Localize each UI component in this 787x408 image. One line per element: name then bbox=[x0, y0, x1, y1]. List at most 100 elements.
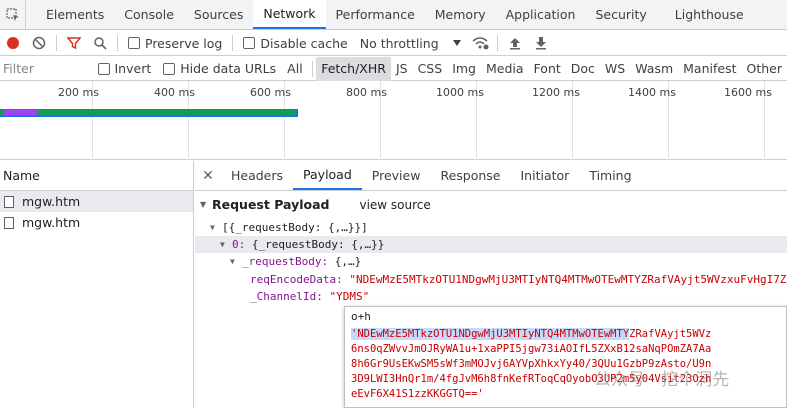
tree-item-0[interactable]: ▼ 0: {_requestBody: {,…}} bbox=[195, 236, 787, 253]
tab-performance[interactable]: Performance bbox=[326, 0, 425, 29]
popover-line: eEvF6X41S1zzKKGGTQ==' bbox=[351, 388, 484, 400]
tab-sources[interactable]: Sources bbox=[184, 0, 253, 29]
tab-lighthouse[interactable]: Lighthouse bbox=[665, 0, 754, 29]
tab-elements[interactable]: Elements bbox=[36, 0, 114, 29]
tick-label: 800 ms bbox=[346, 86, 387, 99]
tab-network[interactable]: Network bbox=[253, 0, 326, 29]
tab-timing[interactable]: Timing bbox=[579, 161, 641, 190]
timeline-tick: 1000 ms bbox=[436, 81, 484, 160]
tree-request-body[interactable]: ▼ _requestBody: {,…} bbox=[230, 253, 361, 270]
record-icon[interactable] bbox=[0, 31, 26, 55]
filter-type-all[interactable]: All bbox=[282, 57, 308, 81]
filter-type-doc[interactable]: Doc bbox=[566, 57, 600, 81]
invert-checkbox[interactable]: Invert bbox=[92, 61, 158, 76]
request-row[interactable]: mgw.htm bbox=[0, 212, 193, 233]
timeline-tick: 1400 ms bbox=[628, 81, 676, 160]
tab-headers[interactable]: Headers bbox=[221, 161, 293, 190]
filter-type-css[interactable]: CSS bbox=[413, 57, 448, 81]
filter-type-wasm[interactable]: Wasm bbox=[630, 57, 678, 81]
tree-value: {_requestBody: {,…}} bbox=[251, 238, 385, 251]
popover-text: ZRafVAyjt5WVz bbox=[629, 328, 712, 340]
tree-root-value: [{_requestBody: {,…}}] bbox=[222, 221, 368, 234]
network-conditions-icon[interactable] bbox=[467, 31, 493, 55]
tree-value: "YDMS" bbox=[329, 290, 370, 303]
tree-colon: : bbox=[321, 255, 335, 268]
triangle-down-icon: ▼ bbox=[210, 223, 215, 232]
tab-memory[interactable]: Memory bbox=[425, 0, 496, 29]
toolbar-divider bbox=[496, 35, 498, 51]
request-payload-section[interactable]: ▼ Request Payload view source bbox=[200, 196, 431, 213]
timeline-tick: 800 ms bbox=[346, 81, 387, 160]
tick-label: 1600 ms bbox=[724, 86, 772, 99]
tab-payload[interactable]: Payload bbox=[293, 161, 362, 190]
filter-type-fetch-xhr[interactable]: Fetch/XHR bbox=[316, 56, 391, 81]
tick-label: 600 ms bbox=[250, 86, 291, 99]
filter-type-other[interactable]: Other bbox=[742, 57, 787, 81]
tree-key: 0 bbox=[232, 238, 239, 251]
filter-type-media[interactable]: Media bbox=[481, 57, 529, 81]
tree-channel-id[interactable]: _ChannelId: "YDMS" bbox=[250, 288, 369, 305]
tree-value: {,…} bbox=[334, 255, 362, 268]
search-icon[interactable] bbox=[87, 31, 113, 55]
tree-colon: : bbox=[316, 290, 330, 303]
close-icon[interactable]: ✕ bbox=[195, 161, 221, 190]
request-list: Name mgw.htm mgw.htm bbox=[0, 161, 194, 408]
tab-response[interactable]: Response bbox=[430, 161, 510, 190]
checkbox-box[interactable] bbox=[97, 62, 110, 75]
disable-cache-checkbox[interactable]: Disable cache bbox=[237, 36, 353, 51]
tab-console[interactable]: Console bbox=[114, 0, 184, 29]
timeline-tick: 1600 ms bbox=[724, 81, 772, 160]
import-har-icon[interactable] bbox=[502, 31, 528, 55]
request-row[interactable]: mgw.htm bbox=[0, 191, 193, 212]
preserve-log-label: Preserve log bbox=[145, 35, 223, 51]
checkbox-box[interactable] bbox=[128, 37, 140, 49]
name-column-header[interactable]: Name bbox=[0, 161, 193, 191]
filter-type-font[interactable]: Font bbox=[529, 57, 566, 81]
toolbar-divider bbox=[232, 35, 234, 51]
toolbar-divider bbox=[117, 35, 118, 51]
preserve-log-checkbox[interactable]: Preserve log bbox=[122, 36, 228, 51]
document-icon bbox=[4, 216, 14, 229]
tree-root[interactable]: ▼ [{_requestBody: {,…}}] bbox=[210, 219, 368, 236]
clear-icon[interactable] bbox=[26, 31, 52, 55]
filter-bar: Filter Invert Hide data URLs All Fetch/X… bbox=[0, 56, 787, 81]
value-popover[interactable]: o+h 'NDEwMzE5MTkzOTU1NDgwMjU3MTIyNTQ4MTM… bbox=[344, 306, 787, 408]
section-title: Request Payload bbox=[212, 197, 330, 212]
throttling-select[interactable]: No throttling bbox=[354, 36, 467, 51]
tab-security[interactable]: Security bbox=[585, 0, 656, 29]
filter-input[interactable]: Filter bbox=[2, 59, 86, 78]
tick-label: 400 ms bbox=[154, 86, 195, 99]
hide-data-urls-checkbox[interactable]: Hide data URLs bbox=[157, 61, 282, 76]
filter-icon[interactable] bbox=[61, 31, 87, 55]
timeline-overview[interactable]: 200 ms 400 ms 600 ms 800 ms 1000 ms 1200… bbox=[0, 81, 787, 160]
tick-label: 1200 ms bbox=[532, 86, 580, 99]
tree-req-encode-data[interactable]: reqEncodeData: "NDEwMzE5MTkzOTU1NDgwMjU3… bbox=[250, 271, 786, 288]
network-toolbar: Preserve log Disable cache No throttling bbox=[0, 31, 787, 56]
view-source-link[interactable]: view source bbox=[359, 198, 430, 212]
request-name: mgw.htm bbox=[22, 194, 81, 209]
export-har-icon[interactable] bbox=[528, 31, 554, 55]
tree-value: "NDEwMzE5MTkzOTU1NDgwMjU3MTIyNTQ4MTMwOTE… bbox=[349, 273, 787, 286]
filter-type-js[interactable]: JS bbox=[391, 57, 413, 81]
popover-line: 6ns0qZWvvJmOJRyWA1u+1xaPPI5jgw73iAOIfL5Z… bbox=[351, 343, 712, 355]
popover-header: o+h bbox=[351, 310, 371, 323]
selected-text: 'NDEwMzE5MTkzOTU1NDgwMjU3MTIyNTQ4MTMwOTE… bbox=[351, 328, 630, 340]
tree-key: _requestBody bbox=[242, 255, 322, 268]
tree-key: reqEncodeData bbox=[250, 273, 337, 286]
watermark: 公众号 · 挖个洞先 bbox=[594, 370, 730, 390]
checkbox-box[interactable] bbox=[243, 37, 256, 49]
filter-type-ws[interactable]: WS bbox=[600, 57, 630, 81]
filter-type-manifest[interactable]: Manifest bbox=[678, 57, 741, 81]
details-tabbar: ✕ Headers Payload Preview Response Initi… bbox=[195, 161, 787, 191]
inspect-element-icon[interactable] bbox=[0, 0, 26, 29]
timeline-tick: 600 ms bbox=[250, 81, 291, 160]
filter-type-img[interactable]: Img bbox=[447, 57, 481, 81]
timeline-bar bbox=[0, 110, 296, 115]
tab-initiator[interactable]: Initiator bbox=[511, 161, 580, 190]
tab-application[interactable]: Application bbox=[496, 0, 586, 29]
timeline-bar bbox=[4, 110, 38, 115]
tab-preview[interactable]: Preview bbox=[362, 161, 431, 190]
document-icon bbox=[4, 195, 14, 208]
disable-cache-label: Disable cache bbox=[260, 35, 348, 51]
checkbox-box[interactable] bbox=[163, 62, 176, 75]
